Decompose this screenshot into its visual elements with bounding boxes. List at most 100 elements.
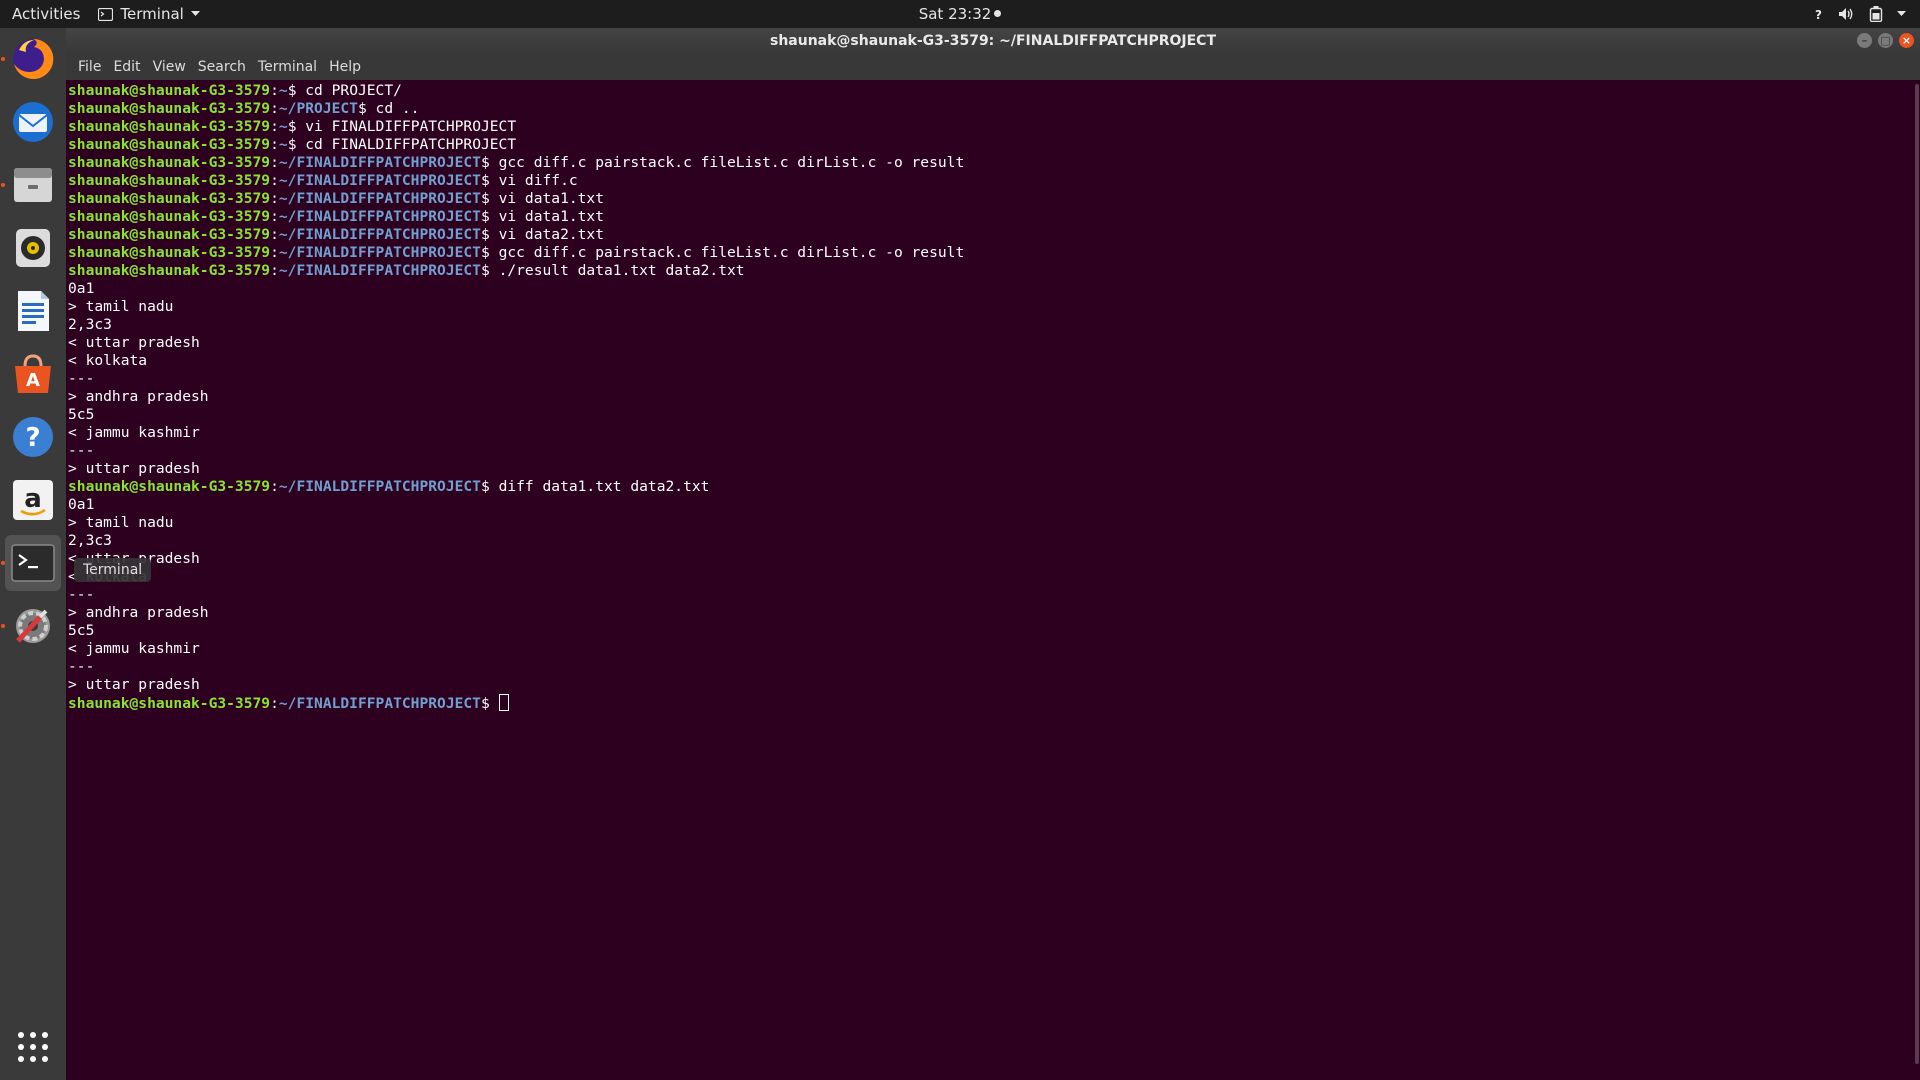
terminal-icon (11, 544, 55, 582)
terminal-output[interactable]: shaunak@shaunak-G3-3579:~$ cd PROJECT/sh… (68, 82, 1898, 1072)
chevron-down-icon[interactable] (1897, 0, 1906, 28)
text-cursor (498, 694, 509, 711)
prompt-separator: : (270, 695, 279, 712)
dock-item-amazon[interactable]: a (5, 472, 61, 528)
chevron-down-icon (190, 11, 200, 16)
menu-terminal[interactable]: Terminal (252, 54, 323, 80)
dock-tooltip: Terminal (74, 558, 152, 582)
prompt-user: shaunak@shaunak-G3-3579 (68, 100, 271, 117)
command-text: vi FINALDIFFPATCHPROJECT (305, 118, 517, 135)
volume-icon[interactable] (1838, 0, 1855, 28)
prompt-path: ~/FINALDIFFPATCHPROJECT (278, 478, 481, 495)
notification-dot-icon (994, 10, 1002, 17)
prompt-line: shaunak@shaunak-G3-3579:~/FINALDIFFPATCH… (68, 694, 1898, 712)
command-text: cd FINALDIFFPATCHPROJECT (305, 136, 517, 153)
amazon-icon: a (13, 480, 53, 520)
menu-search[interactable]: Search (192, 54, 252, 80)
dock-item-settings[interactable] (5, 598, 61, 654)
prompt-symbol: $ (480, 190, 499, 207)
clock-label: Sat 23:32 (918, 5, 992, 23)
minimize-button[interactable]: – (1857, 33, 1872, 48)
prompt-symbol: $ (480, 478, 499, 495)
command-text: cd PROJECT/ (305, 82, 402, 99)
prompt-symbol: $ (480, 695, 499, 712)
prompt-separator: : (270, 136, 279, 153)
dock-item-software[interactable]: A (5, 346, 61, 402)
running-indicator (1, 183, 5, 187)
prompt-user: shaunak@shaunak-G3-3579 (68, 478, 271, 495)
output-line: --- (68, 442, 95, 459)
grid-icon[interactable] (17, 1031, 49, 1063)
writer-icon (18, 291, 49, 331)
terminal-scrollbar[interactable] (1914, 80, 1920, 1080)
battery-icon[interactable] (1869, 0, 1883, 28)
prompt-separator: : (270, 208, 279, 225)
prompt-line: shaunak@shaunak-G3-3579:~/FINALDIFFPATCH… (68, 262, 1898, 280)
close-button[interactable]: × (1899, 33, 1914, 48)
mail-icon (13, 102, 53, 142)
command-text: cd .. (375, 100, 420, 117)
prompt-path: ~/FINALDIFFPATCHPROJECT (278, 172, 481, 189)
menu-help[interactable]: Help (323, 54, 367, 80)
prompt-symbol: $ (480, 262, 499, 279)
output-line: > uttar pradesh (68, 460, 200, 477)
dock-item-help[interactable]: ? (5, 409, 61, 465)
prompt-separator: : (270, 172, 279, 189)
prompt-separator: : (270, 118, 279, 135)
output-line: --- (68, 586, 95, 603)
prompt-user: shaunak@shaunak-G3-3579 (68, 695, 271, 712)
output-line: 0a1 (68, 496, 95, 513)
dock-item-terminal[interactable] (5, 535, 61, 591)
output-line: > tamil nadu (68, 514, 174, 531)
prompt-symbol: $ (480, 244, 499, 261)
output-line: 5c5 (68, 622, 95, 639)
menu-view[interactable]: View (147, 54, 192, 80)
activities-button[interactable]: Activities (0, 0, 92, 28)
menu-file[interactable]: File (72, 54, 107, 80)
svg-text:?: ? (1815, 8, 1822, 21)
settings-icon (16, 609, 50, 643)
dock-item-firefox[interactable] (5, 31, 61, 87)
output-line: --- (68, 370, 95, 387)
output-line: 2,3c3 (68, 532, 112, 549)
window-title: shaunak@shaunak-G3-3579: ~/FINALDIFFPATC… (769, 33, 1217, 49)
prompt-separator: : (270, 190, 279, 207)
output-line: < uttar pradesh (68, 334, 200, 351)
prompt-line: shaunak@shaunak-G3-3579:~/FINALDIFFPATCH… (68, 190, 1898, 208)
prompt-user: shaunak@shaunak-G3-3579 (68, 82, 271, 99)
prompt-user: shaunak@shaunak-G3-3579 (68, 154, 271, 171)
output-line: < jammu kashmir (68, 424, 200, 441)
files-icon (14, 168, 52, 202)
prompt-user: shaunak@shaunak-G3-3579 (68, 262, 271, 279)
menu-edit[interactable]: Edit (107, 54, 146, 80)
prompt-path: ~/FINALDIFFPATCHPROJECT (278, 244, 481, 261)
clock[interactable]: Sat 23:32 (919, 5, 1002, 23)
maximize-button[interactable]: □ (1878, 33, 1893, 48)
prompt-separator: : (270, 226, 279, 243)
scrollbar-thumb[interactable] (1915, 84, 1919, 1064)
svg-text:a: a (24, 484, 42, 514)
prompt-symbol: $ (480, 226, 499, 243)
prompt-separator: : (270, 154, 279, 171)
prompt-line: shaunak@shaunak-G3-3579:~$ vi FINALDIFFP… (68, 118, 1898, 136)
prompt-user: shaunak@shaunak-G3-3579 (68, 208, 271, 225)
prompt-user: shaunak@shaunak-G3-3579 (68, 226, 271, 243)
prompt-path: ~/FINALDIFFPATCHPROJECT (278, 154, 481, 171)
dock-item-writer[interactable] (5, 283, 61, 339)
command-text: vi data1.txt (498, 208, 604, 225)
window-titlebar[interactable]: shaunak@shaunak-G3-3579: ~/FINALDIFFPATC… (66, 28, 1920, 54)
running-indicator (1, 561, 5, 565)
dock-item-rhythmbox[interactable] (5, 220, 61, 276)
help-icon[interactable]: ? (1814, 0, 1824, 28)
prompt-symbol: $ (287, 82, 306, 99)
system-tray[interactable]: ? (1814, 0, 1906, 28)
prompt-line: shaunak@shaunak-G3-3579:~/FINALDIFFPATCH… (68, 226, 1898, 244)
app-menu-button[interactable]: Terminal (92, 0, 205, 28)
command-text: vi diff.c (498, 172, 578, 189)
dock-item-files[interactable] (5, 157, 61, 213)
dock-item-thunderbird[interactable] (5, 94, 61, 150)
prompt-symbol: $ (357, 100, 376, 117)
prompt-line: shaunak@shaunak-G3-3579:~/FINALDIFFPATCH… (68, 208, 1898, 226)
prompt-line: shaunak@shaunak-G3-3579:~$ cd FINALDIFFP… (68, 136, 1898, 154)
output-line: > tamil nadu (68, 298, 174, 315)
